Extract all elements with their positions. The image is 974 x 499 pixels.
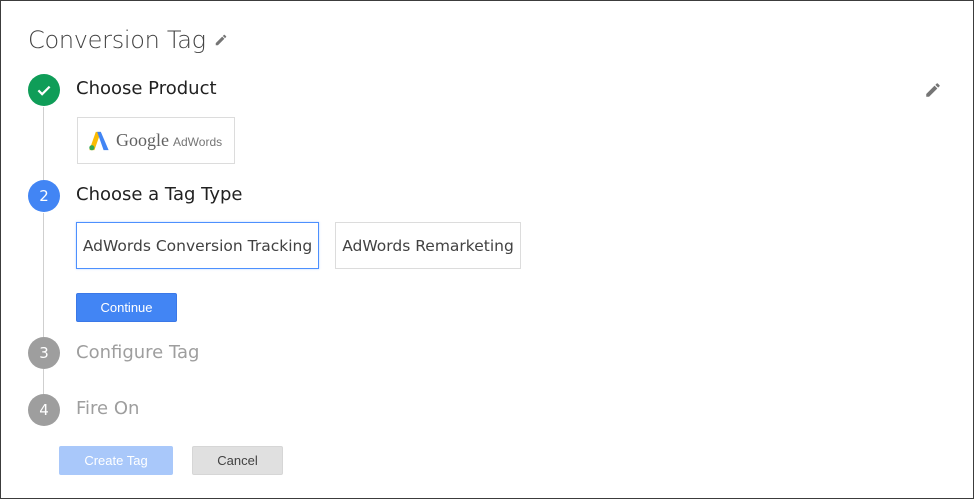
- continue-button[interactable]: Continue: [76, 293, 177, 322]
- step-2-label: Choose a Tag Type: [76, 184, 243, 205]
- step-connector-line: [43, 213, 44, 339]
- step-2-number: 2: [39, 187, 49, 205]
- title-pencil-icon[interactable]: [214, 33, 228, 47]
- step-1-complete-circle: [28, 74, 60, 106]
- page-title-text: Conversion Tag: [28, 26, 206, 54]
- step-3-number: 3: [39, 344, 49, 362]
- adwords-logo-text: AdWords: [173, 134, 223, 149]
- step-4-label: Fire On: [76, 398, 140, 419]
- tag-type-remarketing[interactable]: AdWords Remarketing: [335, 222, 521, 269]
- cancel-button[interactable]: Cancel: [192, 446, 283, 475]
- create-tag-button[interactable]: Create Tag: [59, 446, 173, 475]
- product-adwords-card[interactable]: Google AdWords: [77, 117, 235, 164]
- google-logo-text: Google: [116, 130, 169, 150]
- conversion-tag-panel: Conversion Tag Choose Product Google AdW…: [0, 0, 974, 499]
- step-3-circle: 3: [28, 337, 60, 369]
- step-1-label: Choose Product: [76, 78, 217, 99]
- step-connector-line: [43, 107, 44, 183]
- adwords-logo-icon: [89, 131, 109, 150]
- step-connector-line: [43, 369, 44, 395]
- edit-product-pencil-icon[interactable]: [924, 81, 942, 99]
- check-icon: [37, 85, 51, 96]
- tag-type-conversion-tracking-label: AdWords Conversion Tracking: [82, 236, 313, 255]
- step-4-number: 4: [39, 401, 49, 419]
- page-title: Conversion Tag: [28, 25, 228, 55]
- step-2-circle: 2: [28, 180, 60, 212]
- step-3-label: Configure Tag: [76, 342, 200, 363]
- step-4-circle: 4: [28, 394, 60, 426]
- tag-type-conversion-tracking[interactable]: AdWords Conversion Tracking: [76, 222, 319, 269]
- tag-type-remarketing-label: AdWords Remarketing: [342, 236, 514, 255]
